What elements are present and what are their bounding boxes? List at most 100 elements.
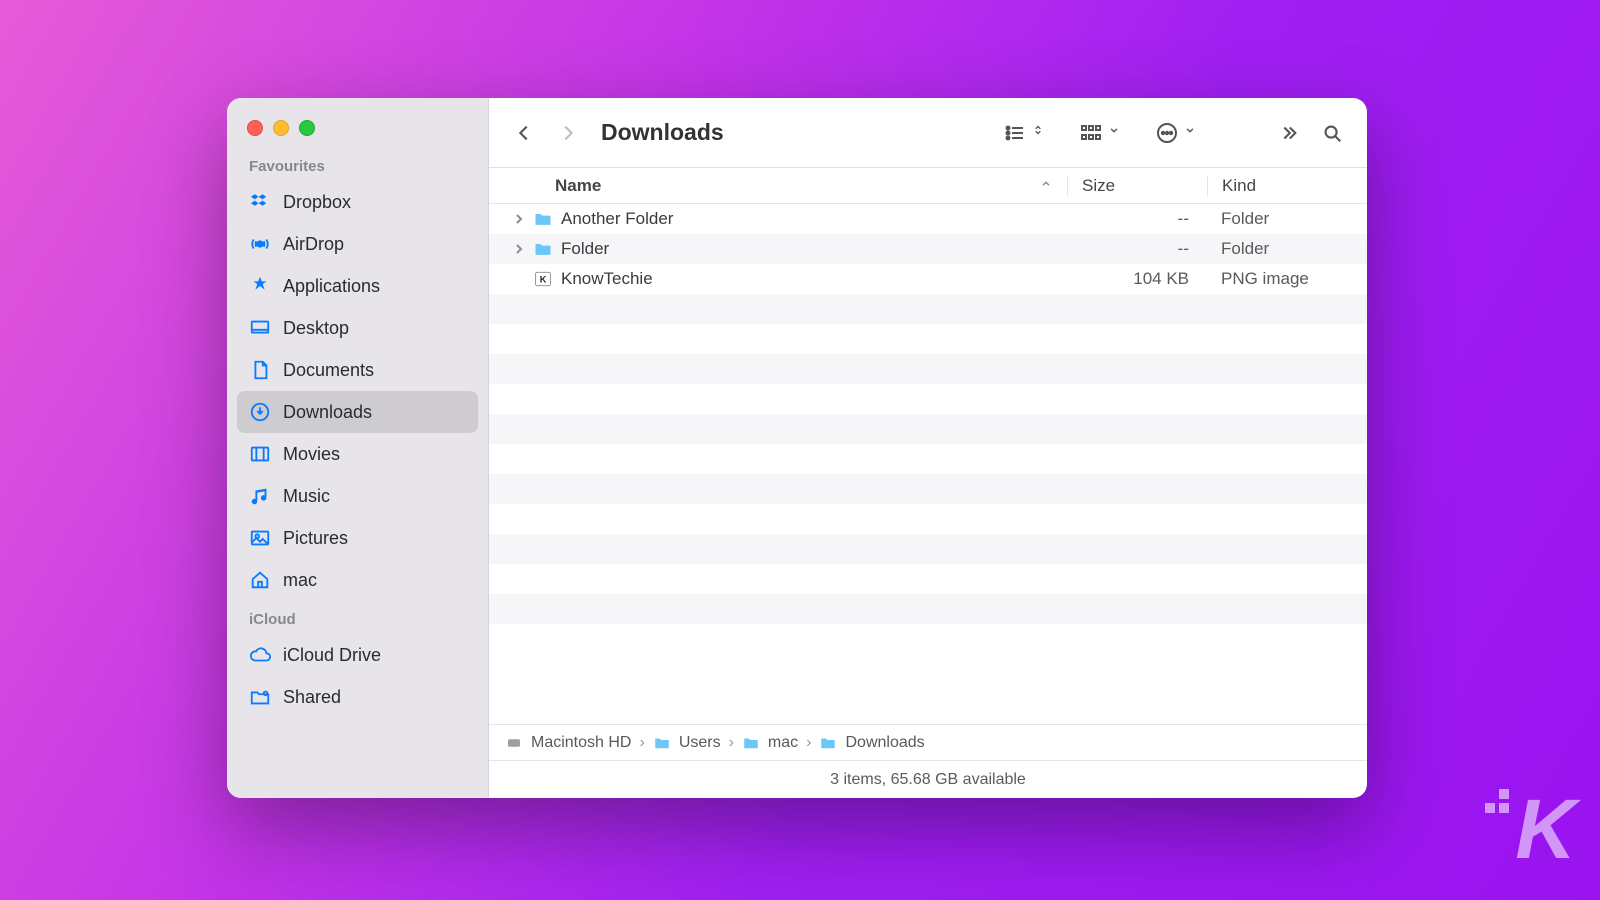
sidebar-item-label: Documents <box>283 360 374 381</box>
file-size: -- <box>1067 209 1207 229</box>
sidebar-item-label: AirDrop <box>283 234 344 255</box>
cloud-icon <box>249 644 271 666</box>
sidebar-section-favourites: Favourites <box>249 158 466 175</box>
downloads-icon <box>249 401 271 423</box>
action-menu-button[interactable] <box>1155 121 1197 145</box>
documents-icon <box>249 359 271 381</box>
status-text: 3 items, 65.68 GB available <box>830 771 1026 789</box>
sidebar-item-icloud-drive[interactable]: iCloud Drive <box>237 634 478 676</box>
path-segment[interactable]: mac <box>768 734 798 752</box>
sidebar-item-downloads[interactable]: Downloads <box>237 391 478 433</box>
disclosure-triangle-icon[interactable] <box>509 244 529 254</box>
file-list: Another Folder -- Folder Folder -- Folde… <box>489 204 1367 724</box>
path-segment[interactable]: Macintosh HD <box>531 734 631 752</box>
sidebar-item-documents[interactable]: Documents <box>237 349 478 391</box>
file-row[interactable]: Folder -- Folder <box>489 234 1367 264</box>
file-kind: Folder <box>1207 209 1367 229</box>
file-row[interactable]: Another Folder -- Folder <box>489 204 1367 234</box>
sidebar-item-label: Movies <box>283 444 340 465</box>
sidebar-item-label: Music <box>283 486 330 507</box>
path-separator-icon: › <box>729 734 734 752</box>
finder-window: Favourites Dropbox AirDrop Applications … <box>227 98 1367 798</box>
folder-icon <box>531 209 555 229</box>
sidebar-item-applications[interactable]: Applications <box>237 265 478 307</box>
column-size[interactable]: Size <box>1067 176 1207 196</box>
dropbox-icon <box>249 191 271 213</box>
file-kind: PNG image <box>1207 269 1367 289</box>
applications-icon <box>249 275 271 297</box>
forward-button[interactable] <box>551 119 585 147</box>
path-bar: Macintosh HD › Users › mac › Downloads <box>489 724 1367 760</box>
path-separator-icon: › <box>806 734 811 752</box>
image-file-icon: K <box>531 269 555 289</box>
sidebar-item-airdrop[interactable]: AirDrop <box>237 223 478 265</box>
sidebar-item-home[interactable]: mac <box>237 559 478 601</box>
minimize-window-button[interactable] <box>273 120 289 136</box>
watermark-dots-icon <box>1481 789 1511 819</box>
sidebar-item-shared[interactable]: Shared <box>237 676 478 718</box>
sidebar-item-desktop[interactable]: Desktop <box>237 307 478 349</box>
column-size-label: Size <box>1082 176 1115 195</box>
folder-small-icon <box>742 734 760 752</box>
sidebar-item-music[interactable]: Music <box>237 475 478 517</box>
window-controls <box>247 120 488 136</box>
home-icon <box>249 569 271 591</box>
column-name-label: Name <box>555 176 601 196</box>
file-size: 104 KB <box>1067 269 1207 289</box>
airdrop-icon <box>249 233 271 255</box>
folder-small-icon <box>819 734 837 752</box>
maximize-window-button[interactable] <box>299 120 315 136</box>
toolbar: Downloads <box>489 98 1367 168</box>
search-button[interactable] <box>1315 119 1349 147</box>
column-name[interactable]: Name <box>555 176 1039 196</box>
disclosure-triangle-icon[interactable] <box>509 214 529 224</box>
sort-ascending-icon[interactable] <box>1039 176 1053 196</box>
column-kind-label: Kind <box>1222 176 1256 195</box>
sidebar-item-label: Shared <box>283 687 341 708</box>
group-by-button[interactable] <box>1079 121 1121 145</box>
pictures-icon <box>249 527 271 549</box>
column-headers: Name Size Kind <box>489 168 1367 204</box>
file-name: Folder <box>561 239 1067 259</box>
path-separator-icon: › <box>639 734 644 752</box>
main-content: Downloads Name Size Kind <box>489 98 1367 798</box>
sidebar-item-label: mac <box>283 570 317 591</box>
sidebar-item-label: Pictures <box>283 528 348 549</box>
path-segment[interactable]: Users <box>679 734 721 752</box>
window-title: Downloads <box>601 119 724 146</box>
music-icon <box>249 485 271 507</box>
sidebar-item-dropbox[interactable]: Dropbox <box>237 181 478 223</box>
sidebar-section-icloud: iCloud <box>249 611 466 628</box>
status-bar: 3 items, 65.68 GB available <box>489 760 1367 798</box>
desktop-icon <box>249 317 271 339</box>
back-button[interactable] <box>507 119 541 147</box>
disk-icon <box>505 734 523 752</box>
folder-small-icon <box>653 734 671 752</box>
file-size: -- <box>1067 239 1207 259</box>
close-window-button[interactable] <box>247 120 263 136</box>
view-sort-icon <box>1031 123 1045 142</box>
svg-text:K: K <box>540 274 547 284</box>
view-list-button[interactable] <box>1003 121 1045 145</box>
path-segment[interactable]: Downloads <box>845 734 924 752</box>
folder-icon <box>531 239 555 259</box>
file-name: Another Folder <box>561 209 1067 229</box>
watermark-letter: K <box>1515 782 1572 876</box>
file-kind: Folder <box>1207 239 1367 259</box>
sidebar: Favourites Dropbox AirDrop Applications … <box>227 98 489 798</box>
file-row[interactable]: K KnowTechie 104 KB PNG image <box>489 264 1367 294</box>
movies-icon <box>249 443 271 465</box>
sidebar-item-label: Desktop <box>283 318 349 339</box>
file-name: KnowTechie <box>561 269 1067 289</box>
sidebar-item-movies[interactable]: Movies <box>237 433 478 475</box>
toolbar-overflow-button[interactable] <box>1271 119 1305 147</box>
sidebar-item-pictures[interactable]: Pictures <box>237 517 478 559</box>
sidebar-item-label: iCloud Drive <box>283 645 381 666</box>
column-kind[interactable]: Kind <box>1207 176 1367 196</box>
watermark-logo: K <box>1515 781 1572 878</box>
sidebar-item-label: Applications <box>283 276 380 297</box>
shared-folder-icon <box>249 686 271 708</box>
chevron-down-icon <box>1107 123 1121 142</box>
sidebar-item-label: Downloads <box>283 402 372 423</box>
sidebar-item-label: Dropbox <box>283 192 351 213</box>
